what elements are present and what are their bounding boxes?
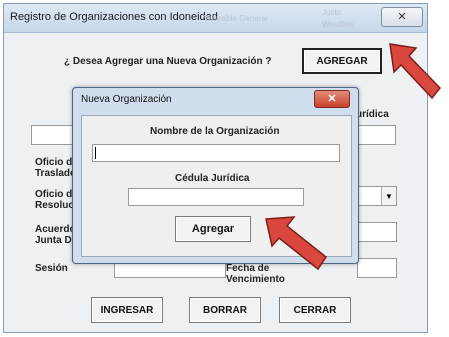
juridica-label: urídica bbox=[356, 109, 389, 120]
ghost-tab: Westfiles bbox=[322, 20, 355, 29]
agregar-top-button[interactable]: AGREGAR bbox=[302, 48, 382, 74]
close-icon[interactable]: ✕ bbox=[314, 90, 350, 108]
cedula-label: Cédula Jurídica bbox=[175, 173, 250, 184]
dialog-titlebar: Nueva Organización ✕ bbox=[73, 88, 358, 110]
text-cursor bbox=[95, 147, 96, 159]
acuerdo-label: Acuerdo Junta Di bbox=[35, 224, 76, 246]
main-window-title: Registro de Organizaciones con Idoneidad bbox=[10, 11, 218, 23]
nombre-label: Nombre de la Organización bbox=[150, 126, 280, 137]
pointer-arrow-icon bbox=[265, 216, 328, 271]
borrar-button[interactable]: BORRAR bbox=[189, 297, 261, 323]
dropdown-arrow-icon[interactable]: ▼ bbox=[381, 187, 396, 205]
ghost-tab: Justo bbox=[322, 8, 342, 17]
vencimiento-field[interactable] bbox=[357, 258, 397, 278]
cerrar-button[interactable]: CERRAR bbox=[279, 297, 351, 323]
cedula-main-field-right[interactable] bbox=[356, 125, 396, 145]
add-question: ¿ Desea Agregar una Nueva Organización ? bbox=[64, 56, 272, 67]
nombre-input[interactable] bbox=[92, 144, 340, 162]
dialog-title: Nueva Organización bbox=[81, 94, 172, 105]
cedula-main-field[interactable] bbox=[31, 125, 77, 145]
ingresar-button[interactable]: INGRESAR bbox=[91, 297, 163, 323]
close-icon[interactable]: ✕ bbox=[381, 7, 423, 27]
acuerdo-field[interactable] bbox=[357, 222, 397, 242]
ghost-tab: Wiseable General bbox=[204, 14, 268, 23]
pointer-arrow-icon bbox=[389, 43, 441, 100]
resolucion-select[interactable]: ▼ bbox=[357, 186, 397, 206]
main-titlebar: Registro de Organizaciones con Idoneidad… bbox=[4, 4, 427, 33]
cedula-input[interactable] bbox=[128, 188, 304, 206]
agregar-dialog-button[interactable]: Agregar bbox=[175, 216, 251, 242]
sesion-label: Sesión bbox=[35, 263, 68, 274]
